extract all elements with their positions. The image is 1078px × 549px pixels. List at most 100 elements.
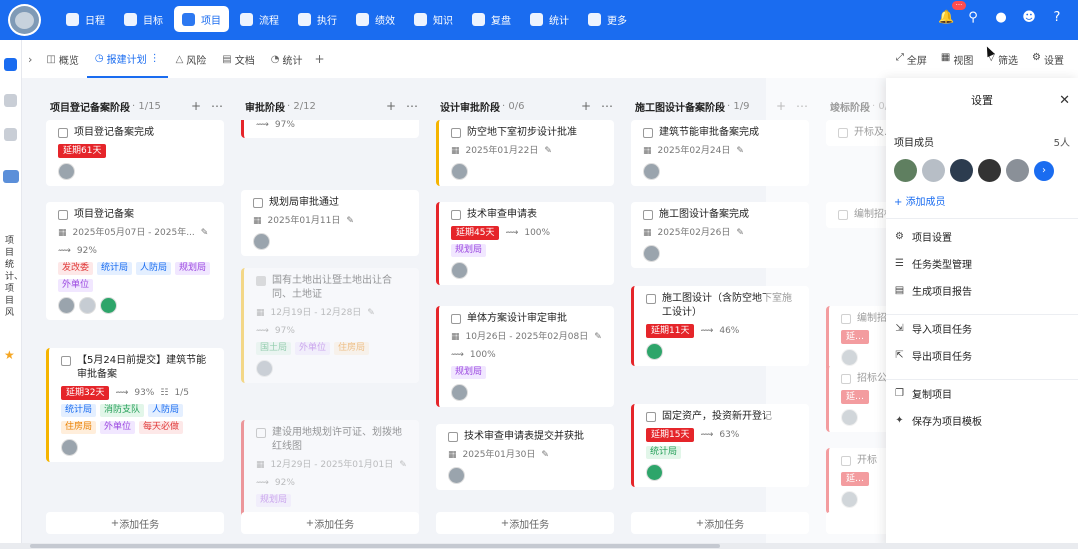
task-card[interactable]: 防空地下室初步设计批准 ▦ 2025年01月22日 ✎ <box>436 120 614 186</box>
nav-pie-chart[interactable]: 统计 <box>522 6 577 32</box>
menu-copy[interactable]: ❐ 复制项目 <box>886 380 1078 407</box>
edit-icon[interactable]: ✎ <box>544 144 552 158</box>
task-checkbox[interactable] <box>256 276 266 286</box>
avatar[interactable] <box>58 163 75 180</box>
task-checkbox[interactable] <box>448 432 458 442</box>
tag[interactable]: 外单位 <box>295 342 331 355</box>
tag[interactable]: 住房局 <box>61 421 97 434</box>
nav-flow[interactable]: 流程 <box>232 6 287 32</box>
avatar[interactable] <box>646 343 663 360</box>
more-members-button[interactable]: › <box>1034 160 1054 181</box>
add-tab-button[interactable]: + <box>310 52 328 66</box>
chevron-right-icon[interactable]: › <box>22 53 38 66</box>
add-icon[interactable]: + <box>386 99 396 113</box>
task-checkbox[interactable] <box>646 294 656 304</box>
more-icon[interactable]: ⋯ <box>211 99 223 113</box>
menu-template[interactable]: ✦ 保存为项目模板 <box>886 407 1078 434</box>
tag[interactable]: 规划局 <box>451 244 487 257</box>
edit-icon[interactable]: ✎ <box>541 448 549 462</box>
avatar[interactable] <box>256 360 273 377</box>
edit-icon[interactable]: ✎ <box>736 226 744 240</box>
task-checkbox[interactable] <box>451 314 461 324</box>
add-icon[interactable]: + <box>191 99 201 113</box>
task-card[interactable]: 技术审查申请表提交并获批 ▦ 2025年01月30日 ✎ <box>436 424 614 490</box>
tag[interactable]: 消防支队 <box>100 404 145 417</box>
avatar[interactable] <box>451 384 468 401</box>
tag[interactable]: 发改委 <box>58 262 94 275</box>
avatar[interactable] <box>643 163 660 180</box>
star-icon[interactable]: ★ <box>4 348 15 362</box>
task-card[interactable]: 技术审查申请表 延期45天 ⟿ 100% 规划局 <box>436 202 614 285</box>
avatar[interactable] <box>61 439 78 456</box>
tag[interactable]: 规划局 <box>451 366 487 379</box>
tag[interactable]: 统计局 <box>61 404 97 417</box>
avatar[interactable] <box>100 297 117 314</box>
menu-report[interactable]: ▤ 生成项目报告 <box>886 277 1078 304</box>
menu-list[interactable]: ☰ 任务类型管理 <box>886 250 1078 277</box>
avatar[interactable] <box>451 163 468 180</box>
tag[interactable]: 规划局 <box>256 494 292 507</box>
menu-gear[interactable]: ⚙ 项目设置 <box>886 223 1078 250</box>
tag[interactable]: 人防局 <box>148 404 184 417</box>
task-card[interactable]: ▦11月20日 - 2025年01月23日✎⟿97% <box>241 120 419 138</box>
panel-backdrop[interactable] <box>766 68 886 549</box>
add-task-button[interactable]: + 添加任务 <box>46 512 224 534</box>
task-checkbox[interactable] <box>61 356 71 366</box>
avatar[interactable] <box>253 233 270 250</box>
app-logo[interactable] <box>8 4 41 36</box>
avatar[interactable] <box>79 297 96 314</box>
tag[interactable]: 外单位 <box>100 421 136 434</box>
task-card[interactable]: 项目登记备案 ▦ 2025年05月07日 - 2025年... ✎ ⟿ 92% 发改委 统计局… <box>46 202 224 320</box>
tab-warning[interactable]: △ 风险 <box>168 40 215 78</box>
tag[interactable]: 外单位 <box>58 279 94 292</box>
nav-grid[interactable]: 更多 <box>580 6 635 32</box>
tab-document[interactable]: ▤ 文档 <box>214 40 262 78</box>
task-card[interactable]: 建设用地规划许可证、划拨地红线图 ▦ 12月29日 - 2025年01月01日 ✎ ⟿ 9… <box>241 420 419 520</box>
tab-plan[interactable]: ◷ 报建计划 ⋮ <box>86 40 168 78</box>
task-card[interactable]: 项目登记备案完成 延期61天 <box>46 120 224 186</box>
task-checkbox[interactable] <box>646 412 656 422</box>
tag[interactable]: 每天必做 <box>139 421 184 434</box>
task-checkbox[interactable] <box>451 128 461 138</box>
task-checkbox[interactable] <box>58 210 68 220</box>
search-icon[interactable]: ⚲ <box>966 10 980 26</box>
user-icon[interactable]: ☻ <box>1022 10 1036 26</box>
project-thumbnail[interactable] <box>3 170 19 183</box>
edit-icon[interactable]: ✎ <box>736 144 744 158</box>
menu-import[interactable]: ⇲ 导入项目任务 <box>886 315 1078 342</box>
menu-export[interactable]: ⇱ 导出项目任务 <box>886 342 1078 369</box>
tag[interactable]: 统计局 <box>97 262 133 275</box>
edit-icon[interactable]: ✎ <box>399 458 407 472</box>
tag[interactable]: 国土局 <box>256 342 292 355</box>
settings-button[interactable]: ⚙ 设置 <box>1032 52 1064 67</box>
fullscreen-button[interactable]: ⤢ 全屏 <box>896 52 927 67</box>
avatar[interactable] <box>950 159 973 182</box>
horizontal-scrollbar[interactable] <box>0 543 1078 549</box>
nav-calendar[interactable]: 日程 <box>58 6 113 32</box>
avatar[interactable] <box>922 159 945 182</box>
scrollbar-thumb[interactable] <box>30 544 720 548</box>
nav-project[interactable]: 项目 <box>174 6 229 32</box>
tag[interactable]: 统计局 <box>646 446 682 459</box>
cube-icon[interactable] <box>4 58 17 71</box>
avatar[interactable] <box>1006 159 1029 182</box>
avatar[interactable] <box>643 245 660 262</box>
close-icon[interactable]: ✕ <box>1059 93 1070 108</box>
nav-target[interactable]: 目标 <box>116 6 171 32</box>
tag[interactable]: 住房局 <box>334 342 370 355</box>
help-icon[interactable]: ? <box>1050 10 1064 26</box>
task-checkbox[interactable] <box>256 428 266 438</box>
nav-book[interactable]: 知识 <box>406 6 461 32</box>
nav-performance[interactable]: 绩效 <box>348 6 403 32</box>
folder-icon[interactable] <box>4 128 17 141</box>
avatar[interactable] <box>451 262 468 279</box>
more-icon[interactable]: ⋯ <box>406 99 418 113</box>
avatar[interactable] <box>58 297 75 314</box>
edit-icon[interactable]: ✎ <box>367 306 375 320</box>
nav-review[interactable]: 复盘 <box>464 6 519 32</box>
more-options-icon[interactable]: ⋮ <box>150 53 160 64</box>
tag[interactable]: 人防局 <box>136 262 172 275</box>
edit-icon[interactable]: ✎ <box>201 226 209 240</box>
avatar[interactable] <box>646 464 663 481</box>
task-card[interactable]: 【5月24日前提交】建筑节能审批备案 延期32天 ⟿ 93% ☷ 1/5 统计局 消防支队 人防… <box>46 348 224 462</box>
